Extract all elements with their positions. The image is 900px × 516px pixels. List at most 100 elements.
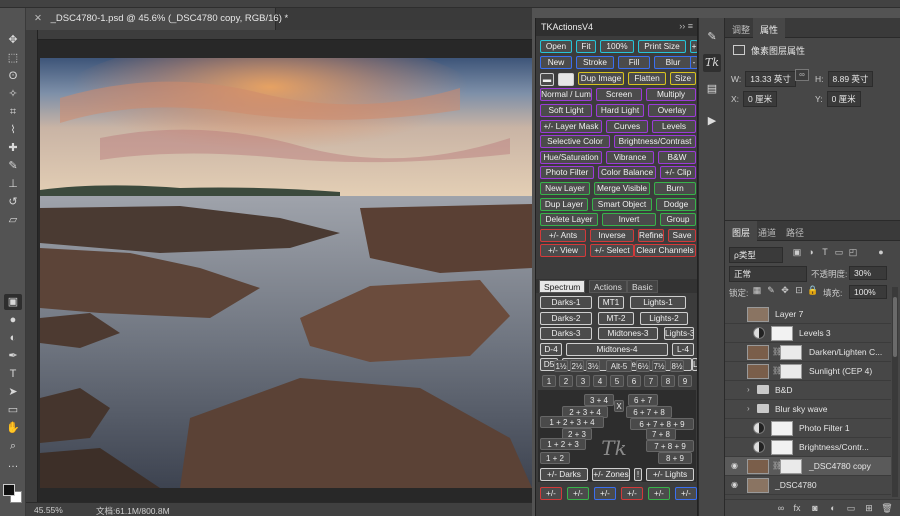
tk-button-merge-visible[interactable]: Merge Visible xyxy=(594,182,650,195)
tk-button-stroke[interactable]: Stroke xyxy=(576,56,614,69)
number-key[interactable]: 2½ xyxy=(570,360,584,372)
filter-smart-object-icon[interactable]: ◰ xyxy=(847,247,859,259)
layer-name[interactable]: _DSC4780 copy xyxy=(809,461,871,471)
tk-panel-icon[interactable]: Tk xyxy=(703,54,721,72)
channel-toggle-button[interactable]: +/- xyxy=(540,487,562,500)
zone-key[interactable]: 6 + 7 + 8 xyxy=(626,406,672,418)
number-key[interactable]: 8½ xyxy=(670,360,684,372)
tk-button-flatten[interactable]: Flatten xyxy=(628,72,666,85)
zone-key[interactable]: 7 + 8 + 9 xyxy=(646,440,694,452)
fill-field[interactable]: 100% xyxy=(849,285,887,299)
layer-name[interactable]: Sunlight (CEP 4) xyxy=(809,366,872,376)
tk-button-save[interactable]: Save xyxy=(668,229,696,242)
tab-properties[interactable]: 属性 xyxy=(753,18,786,38)
tk-button-blur[interactable]: Blur xyxy=(654,56,692,69)
magic-wand-tool-icon[interactable]: ✧ xyxy=(4,86,22,102)
document-size[interactable]: 文档:61.1M/800.8M xyxy=(96,505,170,516)
layer-row[interactable]: ⛓ Darken/Lighten C... xyxy=(725,343,891,362)
tk-button-print-size[interactable]: Print Size xyxy=(638,40,686,53)
layer-mask-thumbnail[interactable] xyxy=(771,440,793,455)
opacity-field[interactable]: 30% xyxy=(849,266,887,280)
visibility-eye-icon[interactable] xyxy=(731,404,743,414)
tk-button-curves[interactable]: Curves xyxy=(606,120,648,133)
visibility-eye-icon[interactable]: ◉ xyxy=(731,461,743,471)
spectrum-button-midtones-4[interactable]: Midtones-4 xyxy=(566,342,668,356)
mask-link-icon[interactable]: ⛓ xyxy=(772,347,782,357)
number-key[interactable]: 1½ xyxy=(554,360,568,372)
tk-button-brightness-contrast[interactable]: Brightness/Contrast xyxy=(614,135,696,148)
tk-button-select[interactable]: +/- Select xyxy=(590,244,634,257)
zone-key[interactable]: X xyxy=(614,400,624,412)
layer-row[interactable]: › B&D xyxy=(725,381,891,400)
panel-menu-icon[interactable]: ›› ≡ xyxy=(679,21,693,31)
layer-filter-select[interactable]: ρ类型 xyxy=(729,247,783,263)
rgb-toggle-icon[interactable]: ▬ xyxy=(540,73,554,86)
zone-key[interactable]: 1 + 2 + 3 xyxy=(540,438,586,450)
tk-button-multiply[interactable]: Multiply xyxy=(646,88,696,101)
tk-button-soft-light[interactable]: Soft Light xyxy=(540,104,592,117)
link-dimensions-icon[interactable]: ∞ xyxy=(795,69,809,81)
tk-button-overlay[interactable]: Overlay xyxy=(648,104,696,117)
tk-button-hard-light[interactable]: Hard Light xyxy=(596,104,644,117)
type-tool-icon[interactable]: T xyxy=(4,366,22,382)
channel-toggle-button[interactable]: +/- xyxy=(621,487,643,500)
document-tab[interactable]: ✕ _DSC4780-1.psd @ 45.6% (_DSC4780 copy,… xyxy=(26,8,288,30)
dodge-tool-icon[interactable]: ◐ xyxy=(4,330,22,346)
layer-row[interactable]: Brightness/Contr... xyxy=(725,438,891,457)
layer-row[interactable]: ⛓ Sunlight (CEP 4) xyxy=(725,362,891,381)
zone-key[interactable]: 7 + 8 xyxy=(646,428,676,440)
digit-key-6[interactable]: 6 xyxy=(627,375,641,387)
number-key[interactable]: 6½ xyxy=(636,360,650,372)
actions-icon[interactable]: ▤ xyxy=(703,80,721,98)
lock-pixels-icon[interactable]: ✎ xyxy=(765,285,777,297)
delete-layer-icon[interactable]: 🗑 xyxy=(881,503,893,515)
hand-tool-icon[interactable]: ✋ xyxy=(4,420,22,436)
tk-button-open[interactable]: Open xyxy=(540,40,572,53)
eraser-tool-icon[interactable]: ▱ xyxy=(4,212,22,228)
shape-tool-icon[interactable]: ▭ xyxy=(4,402,22,418)
close-tab-icon[interactable]: ✕ xyxy=(34,13,42,24)
zone-key[interactable]: 6 + 7 xyxy=(628,394,658,406)
spectrum-button-mt-2[interactable]: MT-2 xyxy=(598,311,634,325)
tk-button-ants[interactable]: +/- Ants xyxy=(540,229,586,242)
document-image[interactable] xyxy=(40,58,532,488)
gradient-tool-icon[interactable]: ▣ xyxy=(4,294,22,310)
link-layers-icon[interactable]: ∞ xyxy=(775,503,787,515)
tk-button-screen[interactable]: Screen xyxy=(596,88,642,101)
layer-mask-thumbnail[interactable] xyxy=(780,459,802,474)
visibility-eye-icon[interactable] xyxy=(731,442,743,452)
layer-thumbnail[interactable] xyxy=(747,459,769,474)
visibility-eye-icon[interactable] xyxy=(731,328,743,338)
height-field[interactable]: 8.89 英寸 xyxy=(827,71,874,87)
filter-adjustment-icon[interactable]: ◑ xyxy=(805,247,817,259)
channel-toggle-button[interactable]: +/- xyxy=(594,487,616,500)
spectrum-button-lights-2[interactable]: Lights-2 xyxy=(640,311,688,325)
layers-scrollbar-thumb[interactable] xyxy=(893,297,897,357)
visibility-eye-icon[interactable]: ◉ xyxy=(731,480,743,490)
new-group-icon[interactable]: ▭ xyxy=(845,503,857,515)
move-tool-icon[interactable]: ✥ xyxy=(4,32,22,48)
number-key[interactable]: Alt-5 xyxy=(606,360,632,372)
tk-button-new[interactable]: New xyxy=(540,56,572,69)
tk-button-delete-layer[interactable]: Delete Layer xyxy=(540,213,598,226)
layer-mask-thumbnail[interactable] xyxy=(771,421,793,436)
brush-presets-icon[interactable]: ✎ xyxy=(703,28,721,46)
spectrum-button-mt1[interactable]: MT1 xyxy=(598,296,624,309)
add-mask-icon[interactable]: ◙ xyxy=(809,503,821,515)
layer-name[interactable]: Brightness/Contr... xyxy=(799,442,869,452)
layer-name[interactable]: _DSC4780 xyxy=(775,480,817,490)
visibility-eye-icon[interactable] xyxy=(731,385,743,395)
clone-stamp-tool-icon[interactable]: ⊥ xyxy=(4,176,22,192)
visibility-eye-icon[interactable] xyxy=(731,423,743,433)
layer-mask-thumbnail[interactable] xyxy=(780,364,802,379)
tk-button-inverse[interactable]: Inverse xyxy=(590,229,634,242)
visibility-eye-icon[interactable] xyxy=(731,347,743,357)
layer-row[interactable]: Layer 7 xyxy=(725,305,891,324)
layer-thumbnail[interactable] xyxy=(747,345,769,360)
layers-scrollbar[interactable] xyxy=(892,287,898,497)
filter-toggle-icon[interactable]: ● xyxy=(875,247,887,259)
foreground-color-swatch[interactable] xyxy=(3,484,15,496)
layer-name[interactable]: B&D xyxy=(775,385,792,395)
tk-button-vibrance[interactable]: Vibrance xyxy=(606,151,654,164)
layer-name[interactable]: Darken/Lighten C... xyxy=(809,347,882,357)
